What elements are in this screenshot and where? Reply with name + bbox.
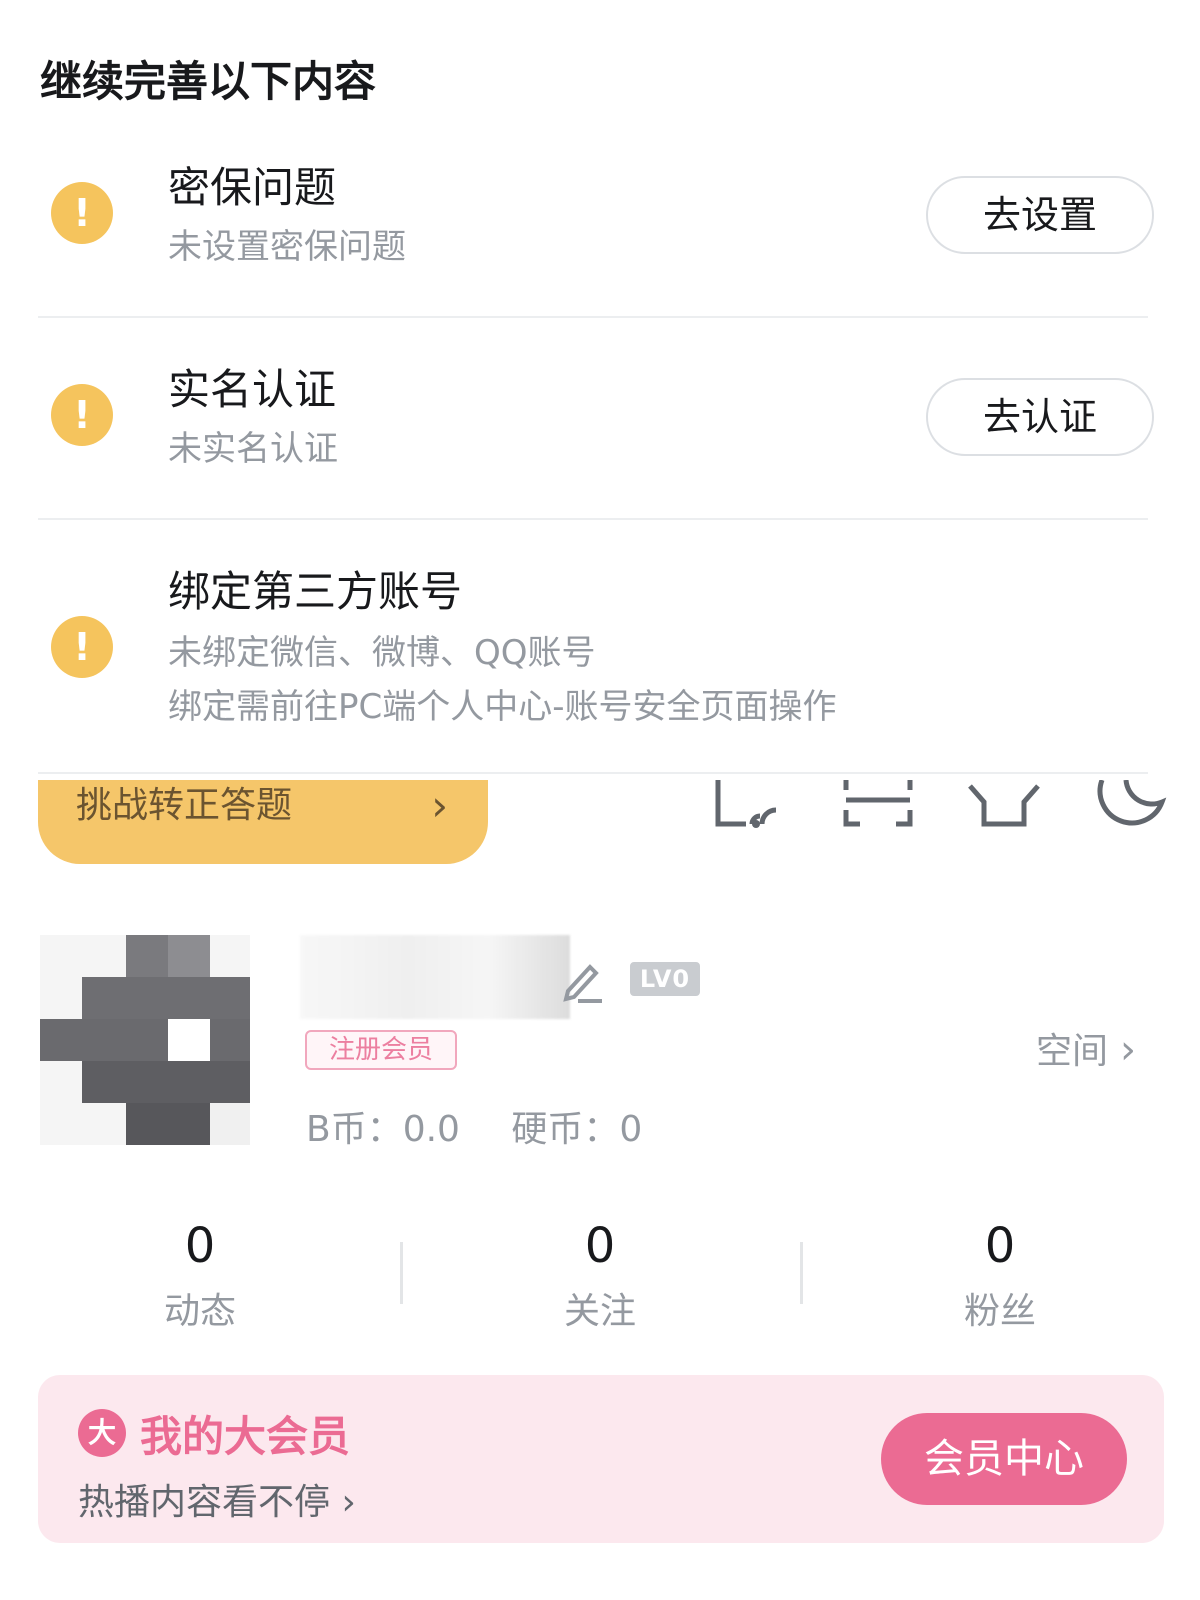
stat-dynamics[interactable]: 0 动态 [100, 1218, 300, 1334]
task-desc: 未绑定微信、微博、QQ账号 [168, 633, 596, 673]
vip-title: 我的大会员 [140, 1412, 351, 1461]
stat-label: 粉丝 [963, 1291, 1036, 1332]
edit-pencil-icon[interactable] [556, 955, 606, 1005]
challenge-label: 挑战转正答题 [76, 785, 293, 826]
divider [38, 772, 1148, 774]
dress-up-icon[interactable] [966, 780, 1042, 842]
scan-icon[interactable] [840, 780, 916, 842]
stat-label: 关注 [563, 1291, 636, 1332]
coin-balances: B币：0.0 硬币：0 [306, 1100, 682, 1152]
task-real-name: ! 实名认证 未实名认证 去认证 [38, 352, 1162, 502]
task-name: 绑定第三方账号 [168, 567, 463, 616]
hard-coin-balance: 硬币：0 [511, 1109, 643, 1150]
divider [38, 316, 1148, 318]
task-bind-accounts: ! 绑定第三方账号 未绑定微信、微博、QQ账号 绑定需前往PC端个人中心-账号安… [38, 554, 1162, 754]
warning-icon: ! [51, 616, 113, 678]
space-label: 空间 [1036, 1031, 1109, 1072]
stat-label: 动态 [163, 1291, 236, 1332]
chevron-right-icon: › [431, 781, 448, 830]
stat-value: 0 [584, 1218, 616, 1274]
profile-page: 继续完善以下内容 ! 密保问题 未设置密保问题 去设置 ! 实名认证 未实名认证… [0, 0, 1200, 1600]
task-security-question: ! 密保问题 未设置密保问题 去设置 [38, 150, 1162, 300]
completion-card-title: 继续完善以下内容 [40, 57, 377, 106]
warning-icon: ! [51, 182, 113, 244]
divider [38, 518, 1148, 520]
task-name: 实名认证 [168, 365, 337, 414]
task-desc: 未实名认证 [168, 429, 338, 469]
stat-following[interactable]: 0 关注 [500, 1218, 700, 1334]
task-name: 密保问题 [168, 163, 337, 212]
task-desc: 未设置密保问题 [168, 227, 406, 267]
username-blurred [300, 935, 570, 1019]
vip-card[interactable]: 大 我的大会员 热播内容看不停 › 会员中心 [38, 1375, 1164, 1543]
b-coin-balance: B币：0.0 [306, 1109, 460, 1150]
set-security-question-button[interactable]: 去设置 [926, 176, 1154, 254]
challenge-quiz-button[interactable]: 挑战转正答题 › [38, 780, 488, 864]
stat-followers[interactable]: 0 粉丝 [900, 1218, 1100, 1334]
divider [400, 1242, 403, 1304]
stat-value: 0 [184, 1218, 216, 1274]
vip-subtitle[interactable]: 热播内容看不停 › [78, 1473, 356, 1525]
task-desc-note: 绑定需前往PC端个人中心-账号安全页面操作 [168, 687, 837, 727]
cast-icon[interactable] [712, 780, 788, 842]
chevron-right-icon: › [1120, 1027, 1137, 1073]
vip-badge-icon: 大 [78, 1409, 126, 1457]
divider [800, 1242, 803, 1304]
level-badge: LV0 [630, 962, 700, 996]
vip-center-button[interactable]: 会员中心 [881, 1413, 1127, 1505]
space-link[interactable]: 空间 › [1036, 1022, 1136, 1074]
night-mode-icon[interactable] [1096, 779, 1172, 842]
member-tag: 注册会员 [305, 1030, 457, 1070]
stat-value: 0 [984, 1218, 1016, 1274]
avatar[interactable] [40, 935, 250, 1145]
warning-icon: ! [51, 384, 113, 446]
verify-real-name-button[interactable]: 去认证 [926, 378, 1154, 456]
